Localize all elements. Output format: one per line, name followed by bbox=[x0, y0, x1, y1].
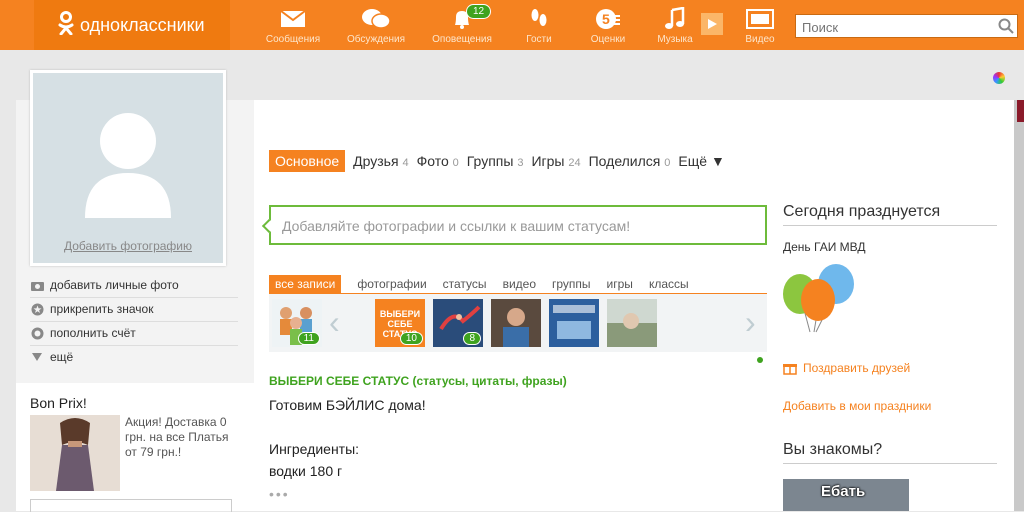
filter-all[interactable]: все записи bbox=[269, 275, 342, 293]
envelope-icon bbox=[258, 6, 328, 32]
ad-title[interactable]: Bon Prix! bbox=[30, 395, 87, 411]
dancer-thumb[interactable]: 8 bbox=[433, 299, 483, 347]
status-input[interactable]: Добавляйте фотографии и ссылки к вашим с… bbox=[261, 205, 767, 245]
video-icon bbox=[725, 6, 795, 32]
tab-main[interactable]: Основное bbox=[269, 150, 346, 172]
ad-block[interactable]: Bon Prix! Акция! Доставка 0 грн. на все … bbox=[16, 383, 254, 512]
filter-photos[interactable]: фотографии bbox=[349, 275, 434, 293]
svg-text:5: 5 bbox=[602, 11, 610, 27]
feed-more-dots[interactable]: ••• bbox=[269, 486, 290, 502]
music-play-button[interactable] bbox=[701, 13, 723, 35]
top-bar: одноклассники Сообщения Обсуждения Опове… bbox=[0, 0, 1024, 50]
filter-video[interactable]: видео bbox=[495, 275, 544, 293]
status-placeholder: Добавляйте фотографии и ссылки к вашим с… bbox=[282, 218, 631, 234]
man-portrait-thumb[interactable] bbox=[491, 299, 541, 347]
menu-add-personal-photo[interactable]: добавить личные фото bbox=[30, 273, 238, 298]
gift-icon bbox=[783, 364, 797, 375]
scroll-right-chevron-icon[interactable]: › bbox=[745, 304, 756, 341]
logo[interactable]: одноклассники bbox=[34, 0, 230, 50]
logo-text: одноклассники bbox=[80, 14, 205, 35]
star-badge-icon bbox=[30, 303, 44, 316]
people-you-may-know-title: Вы знакомы? bbox=[783, 441, 997, 464]
chat-bubbles-icon bbox=[341, 6, 411, 32]
tab-groups[interactable]: Группы 3 bbox=[467, 153, 524, 169]
tab-photos[interactable]: Фото 0 bbox=[417, 153, 459, 169]
coin-icon bbox=[30, 327, 44, 340]
tab-games[interactable]: Игры 24 bbox=[531, 153, 580, 169]
tab-more[interactable]: Ещё ▼ bbox=[678, 153, 724, 169]
profile-tabs: Основное Друзья 4 Фото 0 Группы 3 Игры 2… bbox=[269, 149, 733, 173]
congratulate-friends-link[interactable]: Поздравить друзей bbox=[783, 361, 910, 375]
filter-classes[interactable]: классы bbox=[641, 275, 697, 293]
add-to-my-holidays-link[interactable]: Добавить в мои праздники bbox=[783, 399, 931, 413]
nav-messages[interactable]: Сообщения bbox=[258, 6, 328, 45]
filter-statuses[interactable]: статусы bbox=[435, 275, 495, 293]
footprints-icon bbox=[504, 6, 574, 32]
ad-divider bbox=[30, 499, 232, 512]
feed-text-line: Готовим БЭЙЛИС дома! bbox=[269, 397, 426, 413]
feed-thumbnail-strip: 11 ‹ ВЫБЕРИ СЕБЕ СТАТУС 10 8 › bbox=[269, 294, 767, 352]
filter-groups[interactable]: группы bbox=[544, 275, 599, 293]
suggested-person-image[interactable]: Ебать bbox=[783, 479, 909, 511]
nav-discussions[interactable]: Обсуждения bbox=[341, 6, 411, 45]
tab-friends[interactable]: Друзья 4 bbox=[353, 153, 408, 169]
nav-music[interactable]: Музыка bbox=[640, 6, 710, 45]
people-group-thumb[interactable]: 11 bbox=[272, 299, 322, 347]
search-box[interactable] bbox=[795, 14, 1018, 38]
color-theme-icon[interactable] bbox=[993, 72, 1005, 84]
scroll-left-chevron-icon[interactable]: ‹ bbox=[329, 304, 340, 341]
status-group-thumb[interactable]: ВЫБЕРИ СЕБЕ СТАТУС 10 bbox=[375, 299, 425, 347]
nav-notifications[interactable]: Оповещения 12 bbox=[427, 4, 497, 45]
rating-5-icon: 5 bbox=[573, 6, 643, 32]
nav-video[interactable]: Видео bbox=[725, 6, 795, 45]
holiday-name: День ГАИ МВД bbox=[783, 240, 866, 254]
feed-group-name[interactable]: ВЫБЕРИ СЕБЕ СТАТУС (статусы, цитаты, фра… bbox=[269, 374, 567, 388]
page-edge-strip bbox=[1014, 100, 1024, 511]
tab-shared[interactable]: Поделился 0 bbox=[589, 153, 671, 169]
play-icon bbox=[708, 19, 717, 29]
search-input[interactable] bbox=[800, 16, 994, 38]
ok-logo-icon bbox=[58, 10, 74, 40]
menu-top-up-account[interactable]: пополнить счёт bbox=[30, 321, 238, 346]
menu-attach-badge[interactable]: прикрепить значок bbox=[30, 297, 238, 322]
nav-ratings[interactable]: 5 Оценки bbox=[573, 6, 643, 45]
feed-text-line: Ингредиенты: bbox=[269, 441, 360, 457]
search-icon[interactable] bbox=[998, 18, 1014, 39]
ad-text[interactable]: Акция! Доставка 0 грн. на все Платья от … bbox=[125, 415, 235, 460]
landscape-thumb[interactable] bbox=[607, 299, 657, 347]
feed-filters: все записи фотографии статусы видео груп… bbox=[269, 275, 767, 294]
notifications-count-badge: 12 bbox=[466, 4, 492, 19]
online-indicator bbox=[757, 357, 763, 363]
balloons-image bbox=[780, 262, 860, 339]
filter-games[interactable]: игры bbox=[599, 275, 641, 293]
holidays-title: Сегодня празднуется bbox=[783, 203, 997, 226]
music-note-icon bbox=[640, 6, 710, 32]
nav-guests[interactable]: Гости bbox=[504, 6, 574, 45]
camera-icon bbox=[30, 280, 44, 291]
menu-more[interactable]: ещё bbox=[30, 345, 238, 369]
add-photo-link[interactable]: Добавить фотографию bbox=[33, 239, 223, 253]
feed-text-line: водки 180 г bbox=[269, 463, 343, 479]
game-thumb[interactable] bbox=[549, 299, 599, 347]
ad-image[interactable] bbox=[30, 415, 120, 491]
user-silhouette-icon bbox=[85, 113, 171, 218]
avatar-placeholder[interactable]: Добавить фотографию bbox=[30, 70, 226, 266]
triangle-down-icon bbox=[30, 353, 44, 361]
